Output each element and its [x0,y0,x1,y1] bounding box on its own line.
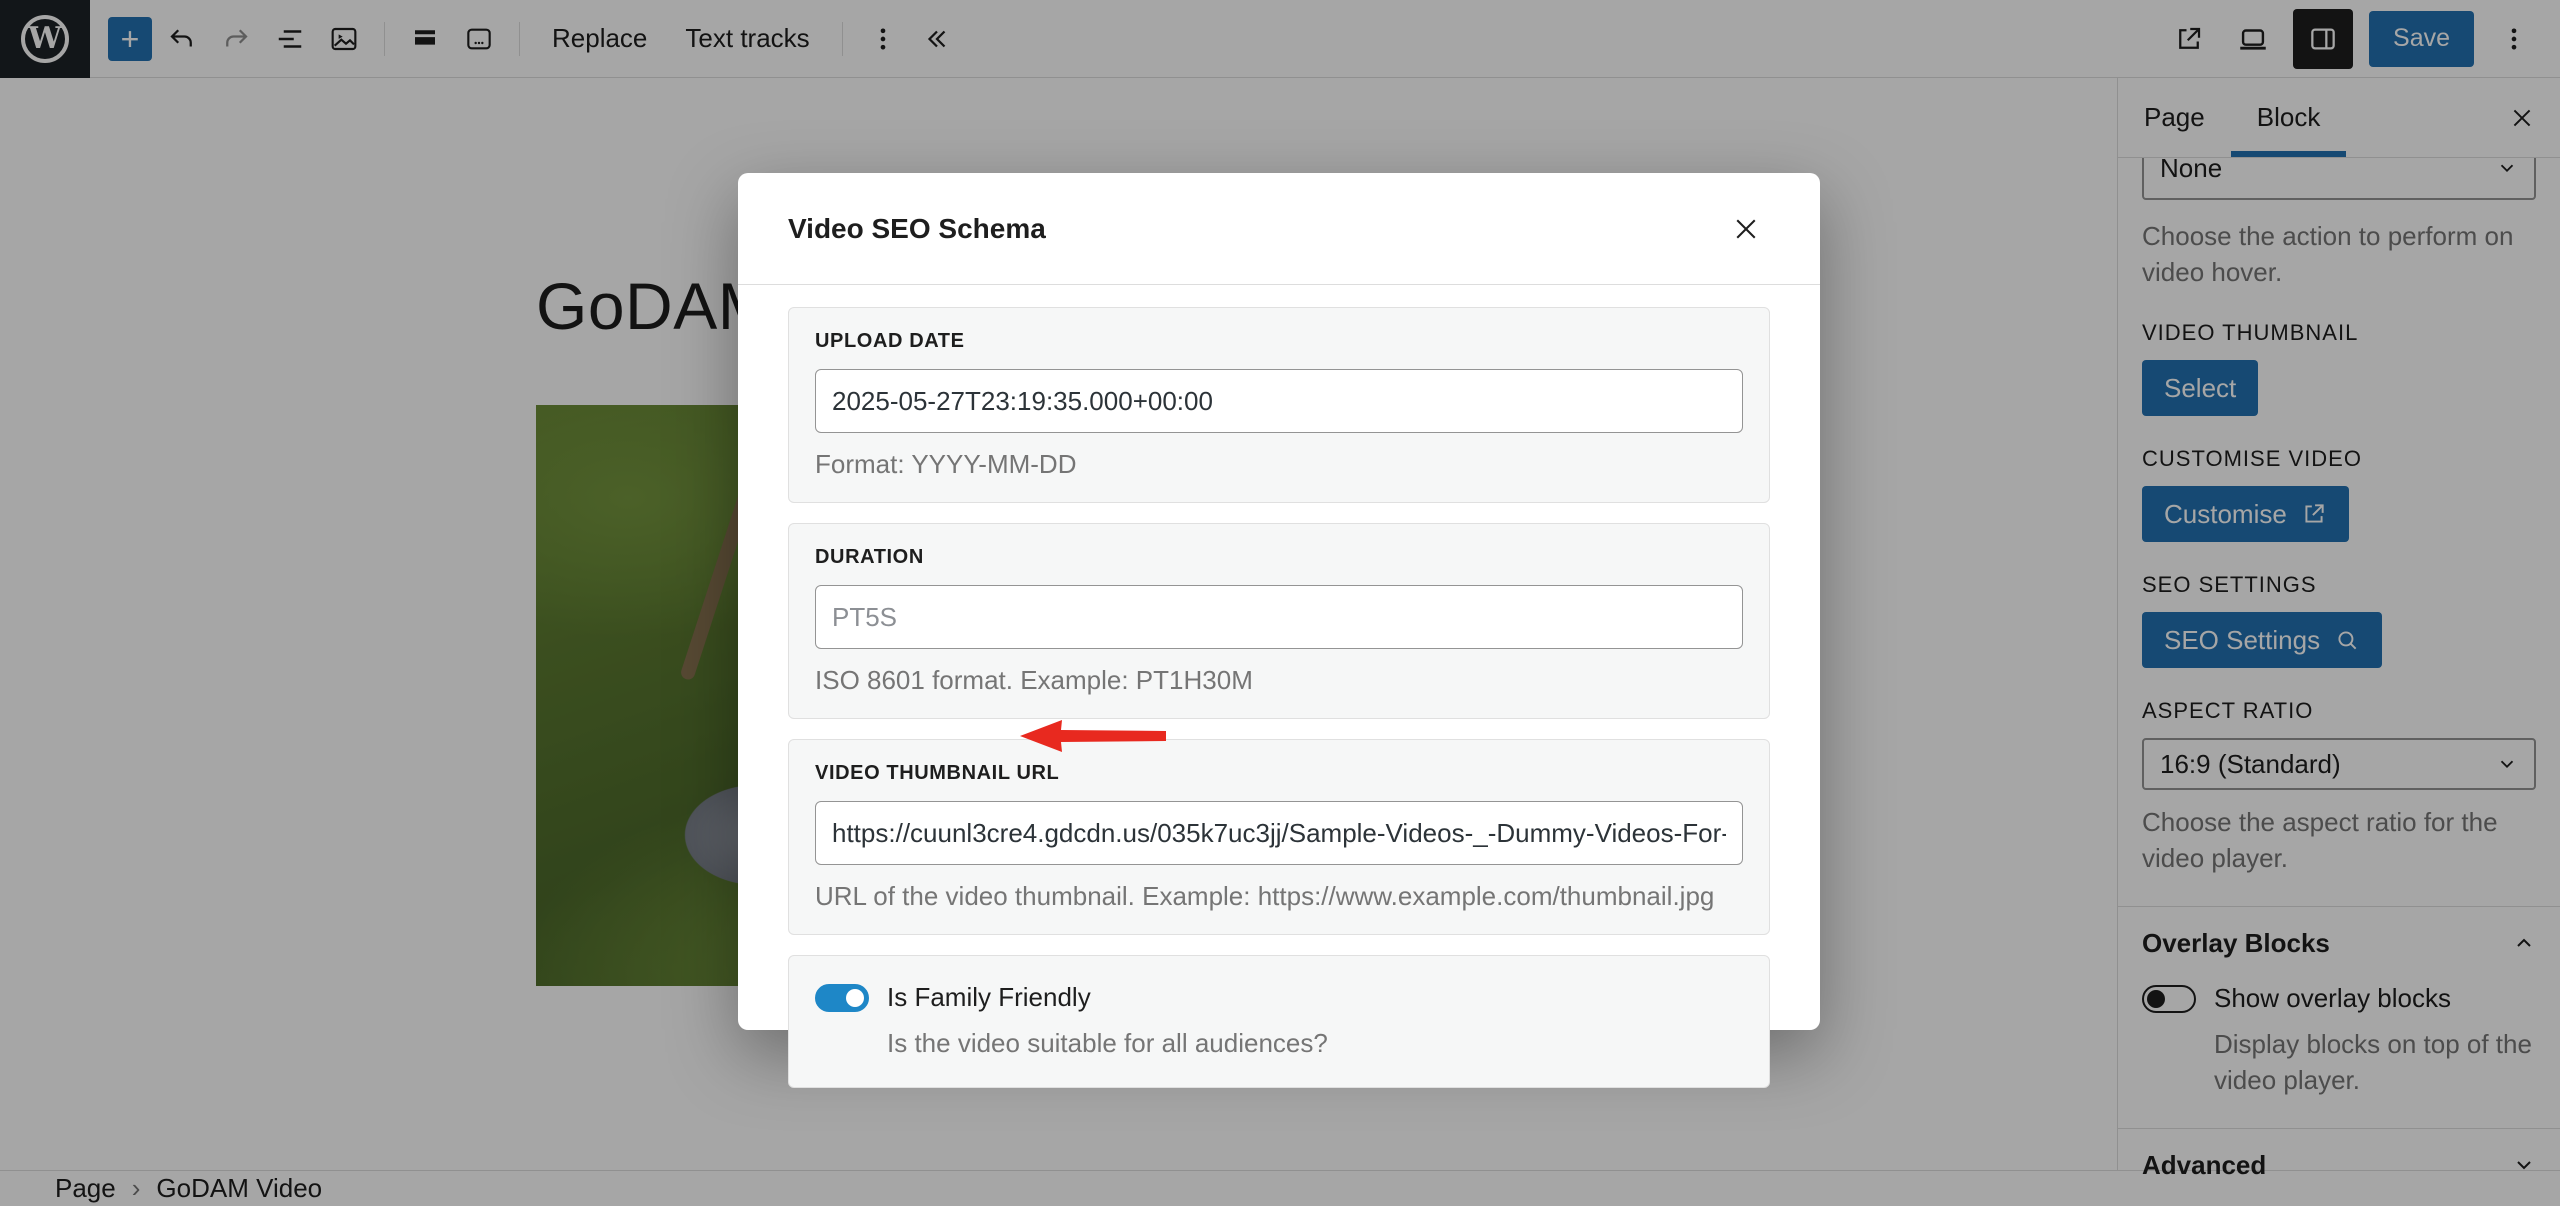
close-icon [1731,214,1761,244]
toggle-knob [846,989,864,1007]
duration-help: ISO 8601 format. Example: PT1H30M [815,665,1743,696]
modal-title: Video SEO Schema [788,213,1046,245]
upload-date-card: UPLOAD DATE Format: YYYY-MM-DD [788,307,1770,503]
upload-date-label: UPLOAD DATE [815,330,1743,353]
family-friendly-row: Is Family Friendly [815,982,1743,1013]
modal-body: UPLOAD DATE Format: YYYY-MM-DD DURATION … [738,285,1820,1110]
duration-input[interactable] [815,585,1743,649]
family-friendly-toggle[interactable] [815,984,869,1012]
upload-date-help: Format: YYYY-MM-DD [815,449,1743,480]
family-friendly-label: Is Family Friendly [887,982,1091,1013]
modal-close-button[interactable] [1722,205,1770,253]
duration-card: DURATION ISO 8601 format. Example: PT1H3… [788,523,1770,719]
family-friendly-card: Is Family Friendly Is the video suitable… [788,955,1770,1088]
video-thumbnail-url-card: VIDEO THUMBNAIL URL URL of the video thu… [788,739,1770,935]
modal-header: Video SEO Schema [738,173,1820,285]
video-thumbnail-url-label: VIDEO THUMBNAIL URL [815,762,1743,785]
upload-date-input[interactable] [815,369,1743,433]
video-thumbnail-url-input[interactable] [815,801,1743,865]
family-friendly-help: Is the video suitable for all audiences? [887,1025,1743,1061]
video-thumbnail-url-help: URL of the video thumbnail. Example: htt… [815,881,1743,912]
duration-label: DURATION [815,546,1743,569]
video-seo-schema-modal: Video SEO Schema UPLOAD DATE Format: YYY… [738,173,1820,1030]
